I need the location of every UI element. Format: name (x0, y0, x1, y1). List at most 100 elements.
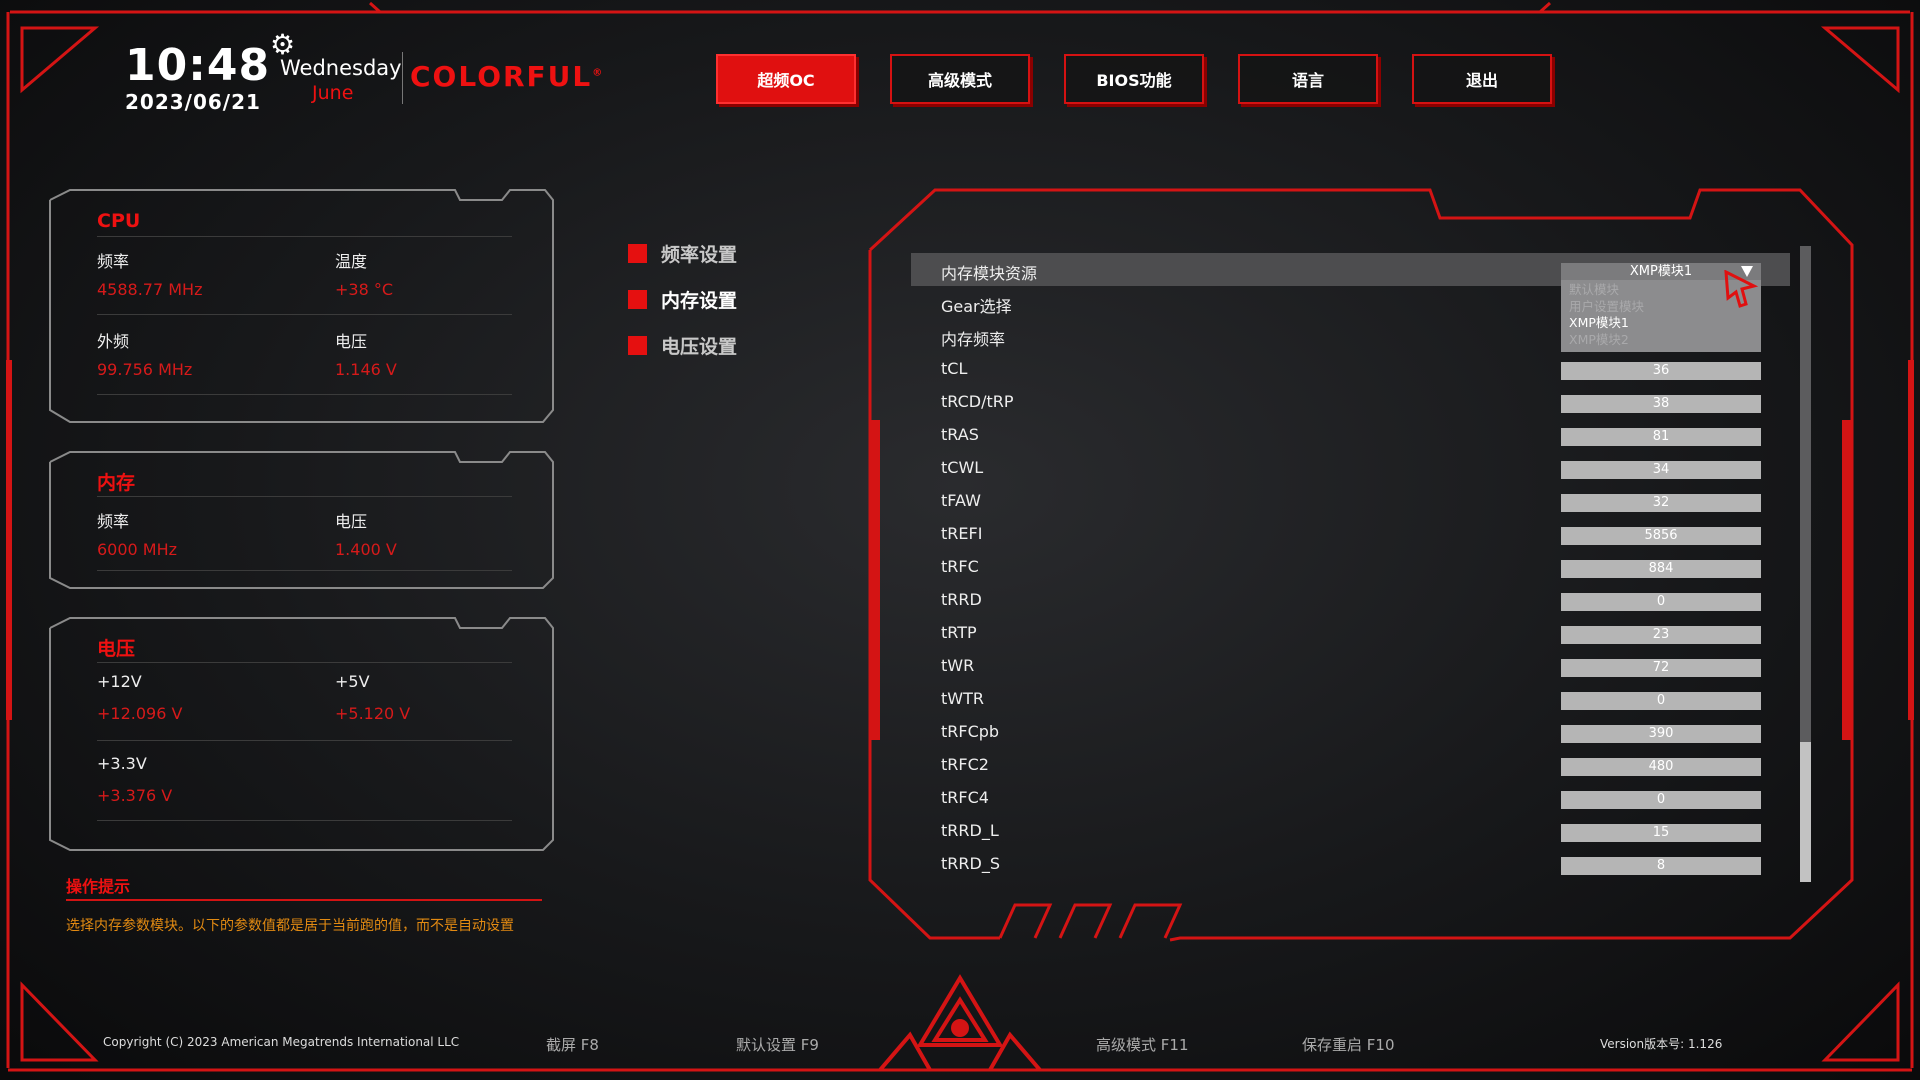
setting-value-field[interactable]: 34 (1561, 461, 1761, 479)
month: June (312, 82, 354, 104)
cpu-temp-label: 温度 (335, 252, 368, 271)
setting-row-trfc2[interactable]: tRFC2 480 (911, 748, 1790, 781)
setting-row-tfaw[interactable]: tFAW 32 (911, 484, 1790, 517)
setting-name: tFAW (941, 491, 981, 510)
setting-row-trfcpb[interactable]: tRFCpb 390 (911, 715, 1790, 748)
setting-row-tcl[interactable]: tCL 36 (911, 352, 1790, 385)
setting-name: tRRD_L (941, 821, 999, 840)
setting-name: tWTR (941, 689, 984, 708)
divider (97, 236, 512, 237)
setting-name: tCL (941, 359, 968, 378)
divider (97, 314, 512, 315)
setting-name: tRRD_S (941, 854, 1000, 873)
cpu-panel-title: CPU (97, 210, 141, 232)
version-text: Version版本号: 1.126 (1600, 1037, 1723, 1051)
mem-volt-value: 1.400 V (335, 540, 397, 559)
cpu-bclk-value: 99.756 MHz (97, 360, 193, 379)
setting-row-twr[interactable]: tWR 72 (911, 649, 1790, 682)
clock-date: 2023/06/21 (125, 90, 261, 114)
setting-value-field[interactable]: 0 (1561, 791, 1761, 809)
cpu-panel: CPU 频率 温度 4588.77 MHz +38 °C 外频 电压 99.75… (50, 190, 555, 422)
v33-label: +3.3V (97, 754, 147, 773)
setting-value-field[interactable]: 480 (1561, 758, 1761, 776)
setting-value-field[interactable]: 36 (1561, 362, 1761, 380)
setting-row-trfc[interactable]: tRFC 884 (911, 550, 1790, 583)
v33-value: +3.376 V (97, 786, 173, 805)
settings-scrollbar[interactable] (1800, 246, 1811, 882)
tips-title: 操作提示 (66, 877, 131, 896)
weekday: Wednesday (280, 56, 402, 80)
tab-language[interactable]: 语言 (1238, 54, 1378, 104)
screenshot-hotkey[interactable]: 截屏 F8 (546, 1034, 599, 1055)
submenu-memory-settings[interactable]: 内存设置 (628, 276, 737, 322)
tab-advanced-mode[interactable]: 高级模式 (890, 54, 1030, 104)
setting-name: tRFC (941, 557, 979, 576)
clock-time: 10:48 (125, 40, 271, 91)
divider (97, 662, 512, 663)
setting-name: tRCD/tRP (941, 392, 1014, 411)
dropdown-option[interactable]: XMP模块2 (1569, 332, 1753, 349)
divider (97, 394, 512, 395)
setting-name: 内存频率 (941, 330, 1006, 349)
cpu-volt-label: 电压 (335, 332, 368, 351)
tab-bios-features[interactable]: BIOS功能 (1064, 54, 1204, 104)
setting-row-trcd-trp[interactable]: tRCD/tRP 38 (911, 385, 1790, 418)
setting-row-trrd[interactable]: tRRD 0 (911, 583, 1790, 616)
clock: 10:48 2023/06/21 (125, 40, 271, 115)
square-bullet-icon (628, 243, 647, 263)
setting-row-trefi[interactable]: tREFI 5856 (911, 517, 1790, 550)
setting-name: 内存模块资源 (941, 264, 1038, 283)
submenu-voltage-settings[interactable]: 电压设置 (628, 322, 737, 368)
setting-row-tcwl[interactable]: tCWL 34 (911, 451, 1790, 484)
tips-divider (66, 899, 542, 901)
tab-exit[interactable]: 退出 (1412, 54, 1552, 104)
setting-value-field[interactable]: 38 (1561, 395, 1761, 413)
setting-value-field[interactable]: 0 (1561, 692, 1761, 710)
submenu-frequency-settings[interactable]: 频率设置 (628, 230, 737, 276)
setting-value-field[interactable]: 15 (1561, 824, 1761, 842)
setting-name: tRFC2 (941, 755, 989, 774)
submenu-label: 内存设置 (661, 289, 738, 312)
setting-value-field[interactable]: 32 (1561, 494, 1761, 512)
memory-profile-value: XMP模块1 (1629, 264, 1693, 279)
dropdown-option-selected[interactable]: XMP模块1 (1569, 315, 1753, 332)
setting-name: tCWL (941, 458, 984, 477)
setting-row-trfc4[interactable]: tRFC4 0 (911, 781, 1790, 814)
mem-freq-value: 6000 MHz (97, 540, 178, 559)
setting-name: tREFI (941, 524, 983, 543)
setting-row-trtp[interactable]: tRTP 23 (911, 616, 1790, 649)
divider (97, 820, 512, 821)
submenu: 频率设置 内存设置 电压设置 (628, 230, 737, 368)
voltage-panel: 电压 +12V +5V +12.096 V +5.120 V +3.3V +3.… (50, 618, 555, 850)
top-navigation: 超频OC 高级模式 BIOS功能 语言 退出 (716, 54, 1552, 104)
square-bullet-icon (628, 289, 647, 309)
setting-value-field[interactable]: 72 (1561, 659, 1761, 677)
setting-row-twtr[interactable]: tWTR 0 (911, 682, 1790, 715)
setting-value-field[interactable]: 5856 (1561, 527, 1761, 545)
tab-overclock[interactable]: 超频OC (716, 54, 856, 104)
brand-divider (402, 52, 403, 104)
cpu-bclk-label: 外频 (97, 332, 130, 351)
v12-label: +12V (97, 672, 142, 691)
save-reboot-hotkey[interactable]: 保存重启 F10 (1302, 1034, 1394, 1055)
setting-value-field[interactable]: 23 (1561, 626, 1761, 644)
square-bullet-icon (628, 335, 647, 355)
setting-name: tRAS (941, 425, 979, 444)
scrollbar-thumb[interactable] (1800, 246, 1811, 742)
advanced-mode-hotkey[interactable]: 高级模式 F11 (1096, 1034, 1188, 1055)
setting-row-trrd-s[interactable]: tRRD_S 8 (911, 847, 1790, 880)
setting-value-field[interactable]: 0 (1561, 593, 1761, 611)
voltage-panel-title: 电压 (97, 638, 136, 660)
mouse-cursor-icon (1724, 270, 1758, 308)
setting-value-field[interactable]: 884 (1561, 560, 1761, 578)
default-settings-hotkey[interactable]: 默认设置 F9 (736, 1034, 819, 1055)
setting-name: Gear选择 (941, 297, 1012, 316)
memory-panel: 内存 频率 电压 6000 MHz 1.400 V (50, 452, 555, 588)
setting-row-tras[interactable]: tRAS 81 (911, 418, 1790, 451)
setting-value-field[interactable]: 390 (1561, 725, 1761, 743)
setting-value-field[interactable]: 8 (1561, 857, 1761, 875)
setting-value-field[interactable]: 81 (1561, 428, 1761, 446)
setting-name: tRFCpb (941, 722, 1000, 741)
setting-row-trrd-l[interactable]: tRRD_L 15 (911, 814, 1790, 847)
setting-name: tRRD (941, 590, 982, 609)
